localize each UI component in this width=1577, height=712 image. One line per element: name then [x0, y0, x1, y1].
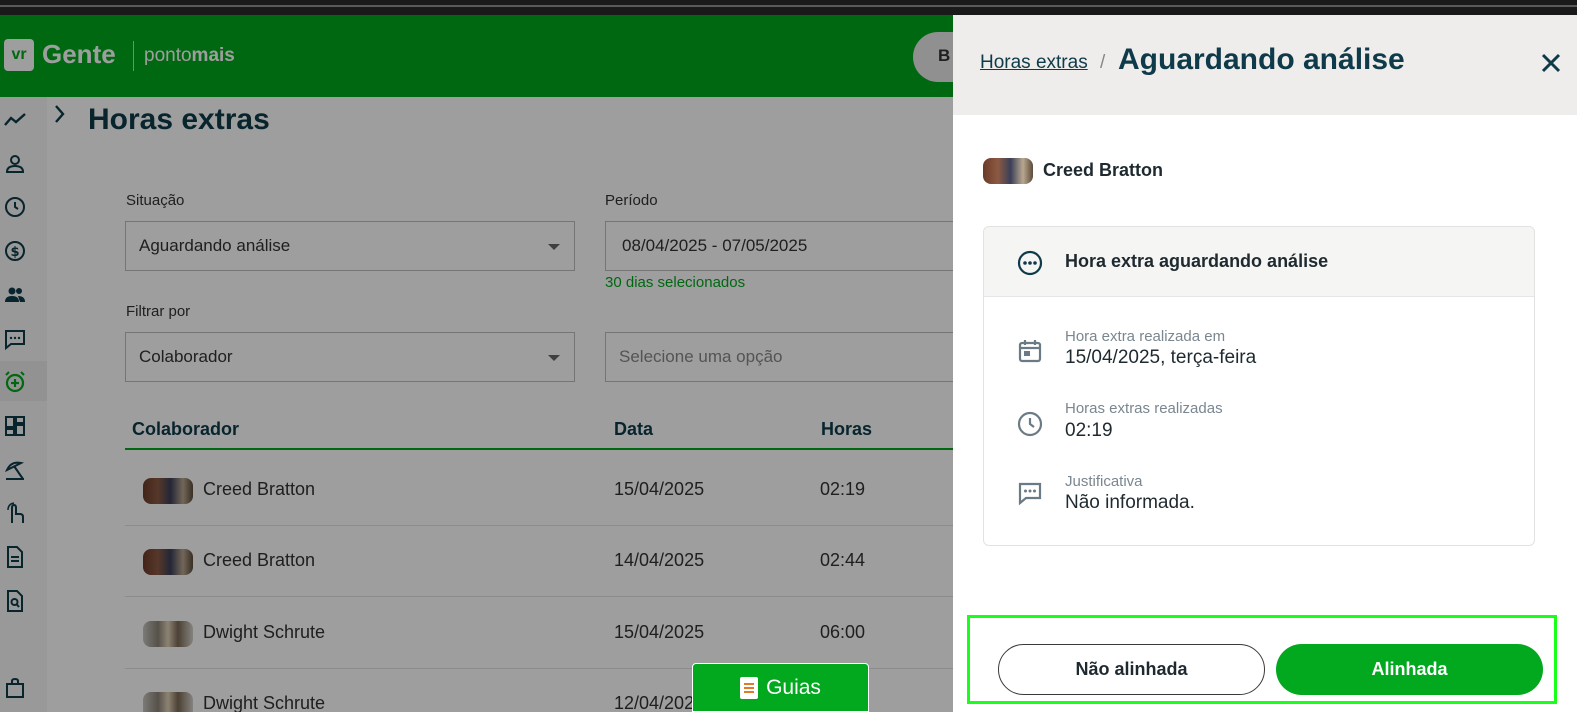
drawer-user-name: Creed Bratton: [1043, 160, 1164, 180]
browser-top-strip: [0, 0, 1577, 15]
date-label: Hora extra realizada em: [1065, 328, 1226, 345]
avatar: [983, 158, 1033, 184]
detail-drawer: Horas extras / Aguardando análise Creed …: [953, 15, 1577, 712]
overtime-status-header: Hora extra aguardando análise: [984, 227, 1534, 297]
more-horizontal-icon: [1016, 249, 1044, 277]
hours-value: 02:19: [1065, 420, 1113, 441]
alinhada-button[interactable]: Alinhada: [1276, 644, 1543, 695]
chat-icon: [1016, 479, 1044, 507]
breadcrumb-separator: /: [1100, 52, 1106, 73]
calendar-icon: [1016, 337, 1044, 365]
overtime-status-text: Hora extra aguardando análise: [1065, 251, 1329, 271]
breadcrumb-horas-extras[interactable]: Horas extras: [980, 52, 1088, 74]
clock-icon: [1016, 410, 1044, 438]
hours-label: Horas extras realizadas: [1065, 400, 1223, 417]
date-value: 15/04/2025, terça-feira: [1065, 347, 1257, 368]
nao-alinhada-button[interactable]: Não alinhada: [998, 644, 1265, 695]
justification-value: Não informada.: [1065, 492, 1195, 513]
drawer-header: Horas extras / Aguardando análise: [953, 15, 1577, 115]
app-background: vr Gente pontomais B $ Horas extras Situ…: [0, 15, 960, 712]
guias-button[interactable]: Guias: [692, 663, 869, 712]
close-icon[interactable]: [1537, 49, 1565, 77]
modal-backdrop[interactable]: [0, 15, 960, 712]
overtime-card: Hora extra aguardando análise Hora extra…: [983, 226, 1535, 546]
action-buttons-highlight: Não alinhada Alinhada: [967, 615, 1557, 704]
guias-label: Guias: [766, 675, 821, 699]
document-icon: [740, 676, 759, 699]
justification-label: Justificativa: [1065, 473, 1143, 490]
drawer-title: Aguardando análise: [1118, 43, 1405, 76]
